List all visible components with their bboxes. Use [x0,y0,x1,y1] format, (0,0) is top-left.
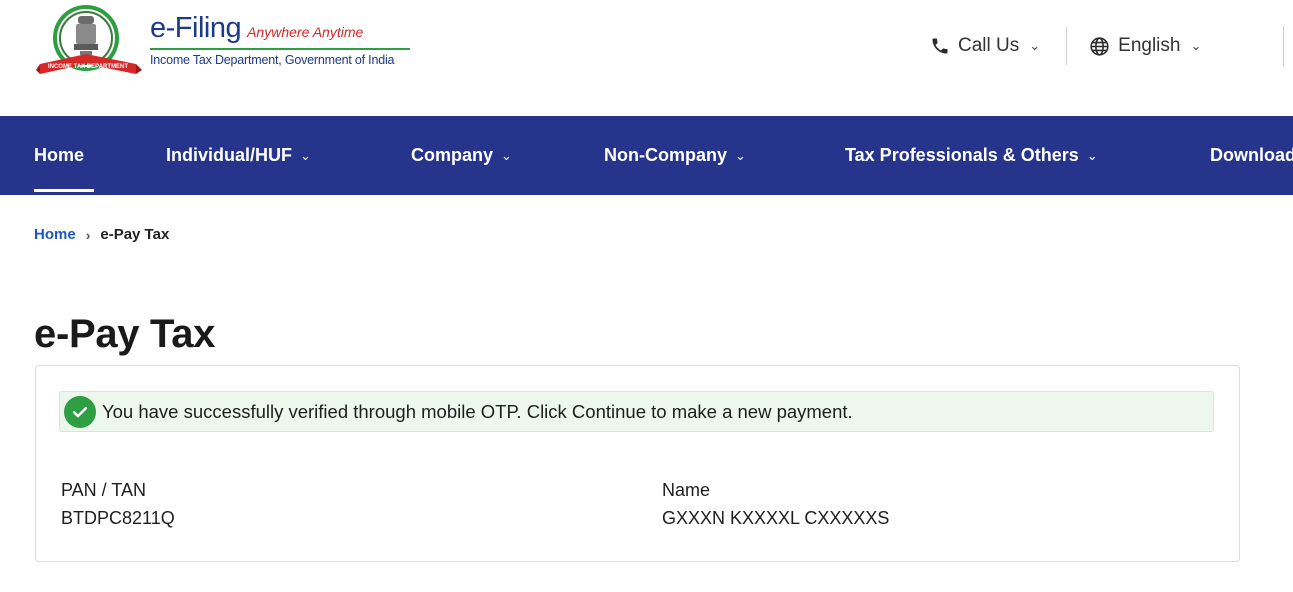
nav-non-company[interactable]: Non-Company ⌄ [604,116,746,195]
call-us-label: Call Us [958,35,1020,56]
brand-title-text: e-Filing [150,12,242,44]
nav-company-label: Company [411,145,494,165]
top-header: INCOME TAX DEPARTMENT e-Filing Anywhere A… [0,0,1293,116]
nav-active-indicator [34,189,94,192]
emblem-icon: INCOME TAX DEPARTMENT [36,5,142,74]
chevron-down-icon: ⌄ [300,147,311,163]
nav-home[interactable]: Home [34,116,84,195]
chevron-down-icon: ⌄ [1086,147,1098,163]
header-divider-right [1283,26,1284,66]
nav-downloads[interactable]: Downloads [1210,116,1293,195]
name-value: GXXXN KXXXXL CXXXXXS [662,508,890,528]
site-logo[interactable]: INCOME TAX DEPARTMENT e-Filing Anywhere A… [32,0,422,86]
top-actions: Call Us ⌄ English ⌄ [930,27,1201,65]
nav-tax-professionals-label: Tax Professionals & Others [845,145,1079,165]
nav-company[interactable]: Company ⌄ [411,116,512,195]
brand-tagline: Anywhere Anytime [247,24,364,40]
nav-downloads-label: Downloads [1210,145,1293,165]
phone-icon [932,38,948,54]
breadcrumb: Home › e-Pay Tax [34,226,169,243]
name-field: Name GXXXN KXXXXL CXXXXXS [662,476,889,532]
chevron-right-icon: › [85,226,91,243]
payment-info-card: You have successfully verified through m… [35,365,1240,562]
call-us-dropdown[interactable]: Call Us ⌄ [930,35,1040,57]
main-nav: Home Individual/HUF ⌄ Company ⌄ Non-Comp… [0,116,1293,195]
check-circle-icon [64,395,96,428]
globe-icon [1090,36,1109,56]
brand-title: e-Filing Anywhere Anytime [150,12,363,45]
pan-tan-label: PAN / TAN [61,480,147,500]
emblem-ribbon-text: INCOME TAX DEPARTMENT [48,64,128,70]
breadcrumb-home-link[interactable]: Home [34,226,76,243]
chevron-down-icon: ⌄ [1190,38,1202,53]
language-dropdown[interactable]: English ⌄ [1089,35,1201,57]
nav-home-label: Home [34,145,85,165]
nav-individual-huf-label: Individual/HUF [166,145,292,165]
success-alert-text: You have successfully verified through m… [102,400,853,422]
success-alert: You have successfully verified through m… [59,391,1214,432]
pan-tan-field: PAN / TAN BTDPC8211Q [61,476,175,532]
chevron-down-icon: ⌄ [1029,38,1041,53]
language-label: English [1118,35,1181,56]
breadcrumb-current: e-Pay Tax [100,226,170,243]
chevron-down-icon: ⌄ [735,147,746,163]
brand-subtitle: Income Tax Department, Government of Ind… [150,53,395,67]
chevron-down-icon: ⌄ [501,147,512,163]
header-divider [1066,27,1068,65]
nav-non-company-label: Non-Company [604,145,727,165]
nav-tax-professionals[interactable]: Tax Professionals & Others ⌄ [845,116,1098,195]
brand-underline [150,48,410,50]
pan-tan-value: BTDPC8211Q [61,508,175,528]
nav-individual-huf[interactable]: Individual/HUF ⌄ [166,116,311,195]
name-label: Name [662,480,711,500]
page-title: e-Pay Tax [34,312,216,356]
